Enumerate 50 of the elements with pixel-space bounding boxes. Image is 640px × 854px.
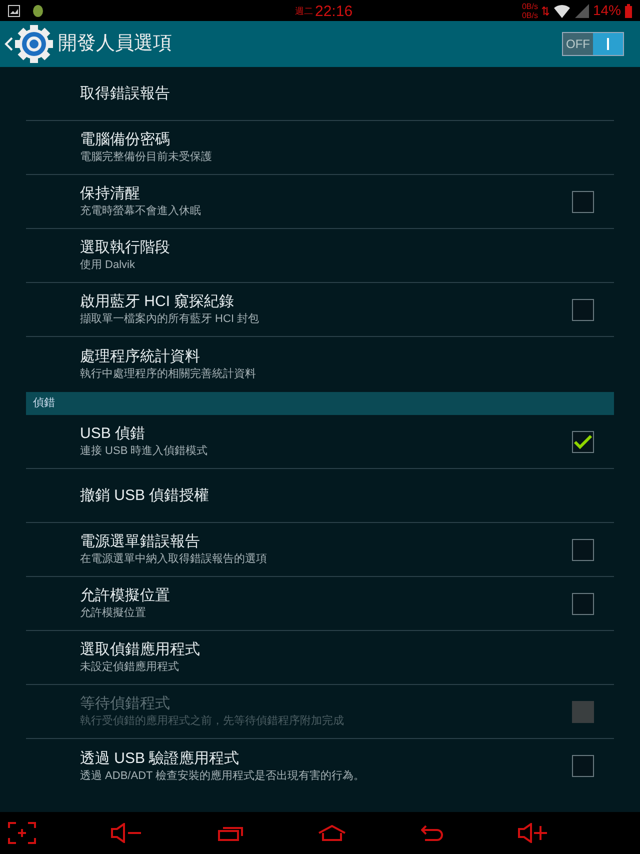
volume-down-icon[interactable]	[110, 823, 143, 843]
battery-percentage: 14%	[592, 1, 621, 20]
category-title: 偵錯	[33, 396, 55, 412]
back-icon[interactable]	[4, 36, 14, 52]
setting-summary: 透過 ADB/ADT 檢查安裝的應用程式是否出現有害的行為。	[80, 768, 366, 784]
setting-title[interactable]: 電源選單錯誤報告	[80, 532, 572, 552]
setting-summary: 在電源選單中納入取得錯誤報告的選項	[80, 552, 268, 567]
setting-title[interactable]: 處理程序統計資料	[80, 346, 594, 366]
recent-apps-icon[interactable]	[218, 825, 244, 841]
back-arrow-icon[interactable]	[421, 825, 444, 841]
wifi-icon	[552, 2, 571, 18]
setting-title[interactable]: 允許模擬位置	[80, 586, 572, 606]
setting-title[interactable]: 選取偵錯應用程式	[80, 640, 594, 660]
toggle-switch[interactable]: OFF	[562, 32, 624, 56]
checkbox[interactable]	[572, 430, 594, 452]
setting-title[interactable]: 保持清醒	[80, 184, 572, 204]
checkbox[interactable]	[572, 190, 594, 212]
setting-summary: 未設定偵錯應用程式	[80, 660, 180, 675]
setting-title[interactable]: 電腦備份密碼	[80, 130, 594, 150]
setting-summary: 擷取單一檔案內的所有藍牙 HCI 封包	[80, 312, 260, 327]
battery-icon	[625, 4, 632, 18]
setting-title[interactable]: 撤銷 USB 偵錯授權	[80, 486, 594, 506]
gear-icon	[14, 24, 54, 64]
home-icon[interactable]	[318, 825, 346, 841]
setting-summary: 執行中處理程序的相關完善統計資料	[80, 366, 257, 382]
checkbox[interactable]	[572, 538, 594, 560]
screen-title: 開發人員選項	[58, 32, 172, 56]
screenshot-icon[interactable]	[8, 822, 36, 844]
download-rate: 0B/s	[522, 10, 538, 20]
setting-summary: 充電時螢幕不會進入休眠	[80, 204, 202, 219]
volume-up-icon[interactable]	[518, 823, 548, 843]
setting-summary: 執行受偵錯的應用程式之前，先等待偵錯程序附加完成	[80, 714, 345, 729]
weekday-text: 週二	[295, 4, 313, 18]
upload-rate: 0B/s	[522, 2, 538, 10]
setting-title[interactable]: USB 偵錯	[80, 424, 572, 444]
checkbox[interactable]	[572, 298, 594, 320]
setting-summary: 允許模擬位置	[80, 606, 147, 621]
checkbox[interactable]	[572, 592, 594, 614]
setting-title[interactable]: 選取執行階段	[80, 238, 594, 258]
data-arrows-icon	[542, 6, 549, 16]
setting-title[interactable]: 透過 USB 驗證應用程式	[80, 748, 572, 768]
setting-summary: 使用 Dalvik	[80, 258, 136, 273]
setting-summary: 電腦完整備份目前未受保護	[80, 150, 213, 165]
checkbox[interactable]	[572, 755, 594, 777]
setting-summary: 連接 USB 時進入偵錯模式	[80, 444, 209, 459]
signal-icon	[574, 4, 589, 18]
setting-title[interactable]: 取得錯誤報告	[80, 84, 594, 104]
setting-title[interactable]: 啟用藍牙 HCI 窺探紀錄	[80, 292, 572, 312]
clock-text: 22:16	[315, 2, 353, 21]
image-icon	[8, 4, 20, 16]
